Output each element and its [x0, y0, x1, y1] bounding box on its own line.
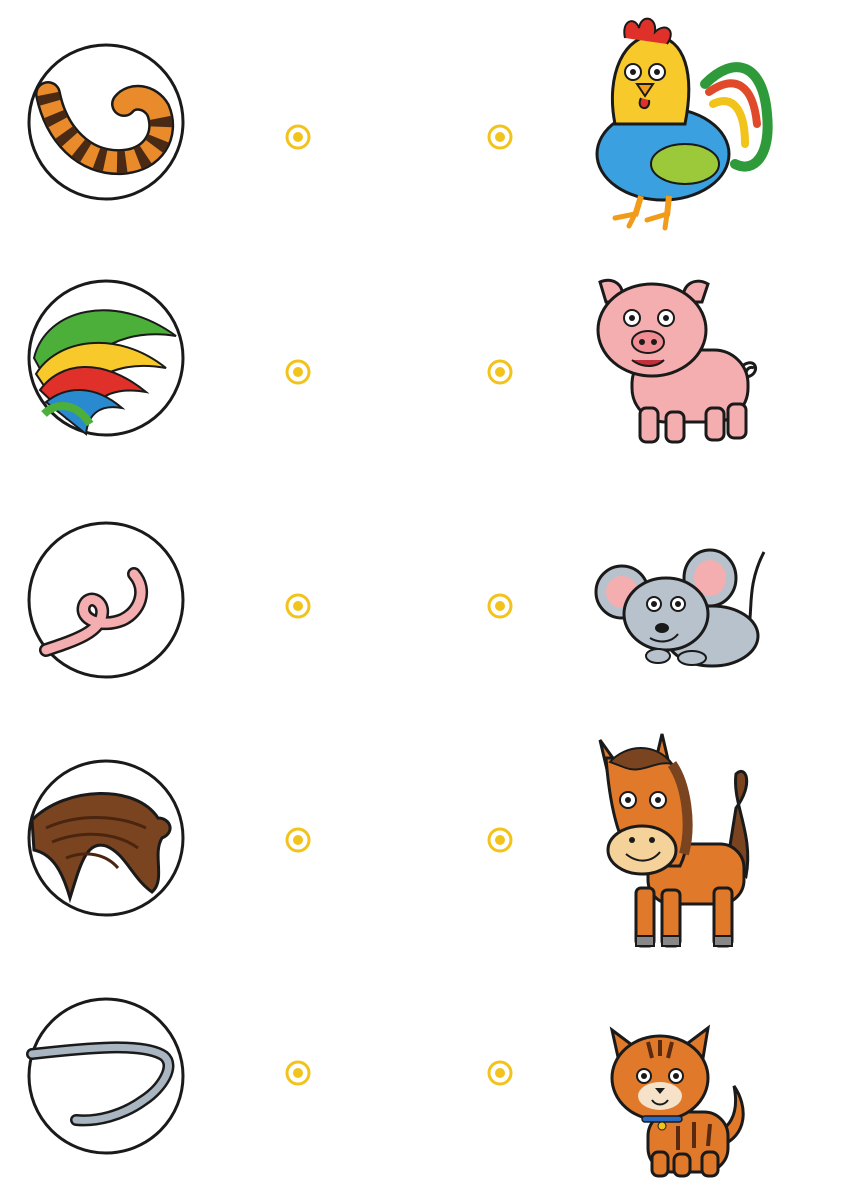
mouse-thin-tail-icon — [26, 996, 186, 1156]
mouse-icon — [592, 544, 772, 674]
match-row-2 — [0, 234, 846, 468]
match-row-4 — [0, 702, 846, 948]
right-match-dot-4[interactable] — [486, 826, 514, 854]
cat-icon — [608, 1024, 758, 1182]
match-row-5 — [0, 936, 846, 1178]
rooster-icon — [585, 14, 775, 234]
left-match-dot-5[interactable] — [284, 1059, 312, 1087]
match-row-1 — [0, 0, 846, 234]
tiger-striped-tail-icon — [26, 42, 186, 202]
right-match-dot-5[interactable] — [486, 1059, 514, 1087]
left-match-dot-2[interactable] — [284, 358, 312, 386]
right-match-dot-1[interactable] — [486, 123, 514, 151]
rooster-feather-tail-icon — [26, 278, 186, 438]
left-match-dot-3[interactable] — [284, 592, 312, 620]
right-match-dot-2[interactable] — [486, 358, 514, 386]
horse-hair-tail-icon — [26, 758, 186, 918]
tail-matching-worksheet — [0, 0, 846, 1189]
left-match-dot-1[interactable] — [284, 123, 312, 151]
match-row-3 — [0, 468, 846, 702]
left-match-dot-4[interactable] — [284, 826, 312, 854]
pig-icon — [592, 272, 772, 452]
horse-icon — [596, 733, 776, 958]
right-match-dot-3[interactable] — [486, 592, 514, 620]
pig-curly-tail-icon — [26, 520, 186, 680]
